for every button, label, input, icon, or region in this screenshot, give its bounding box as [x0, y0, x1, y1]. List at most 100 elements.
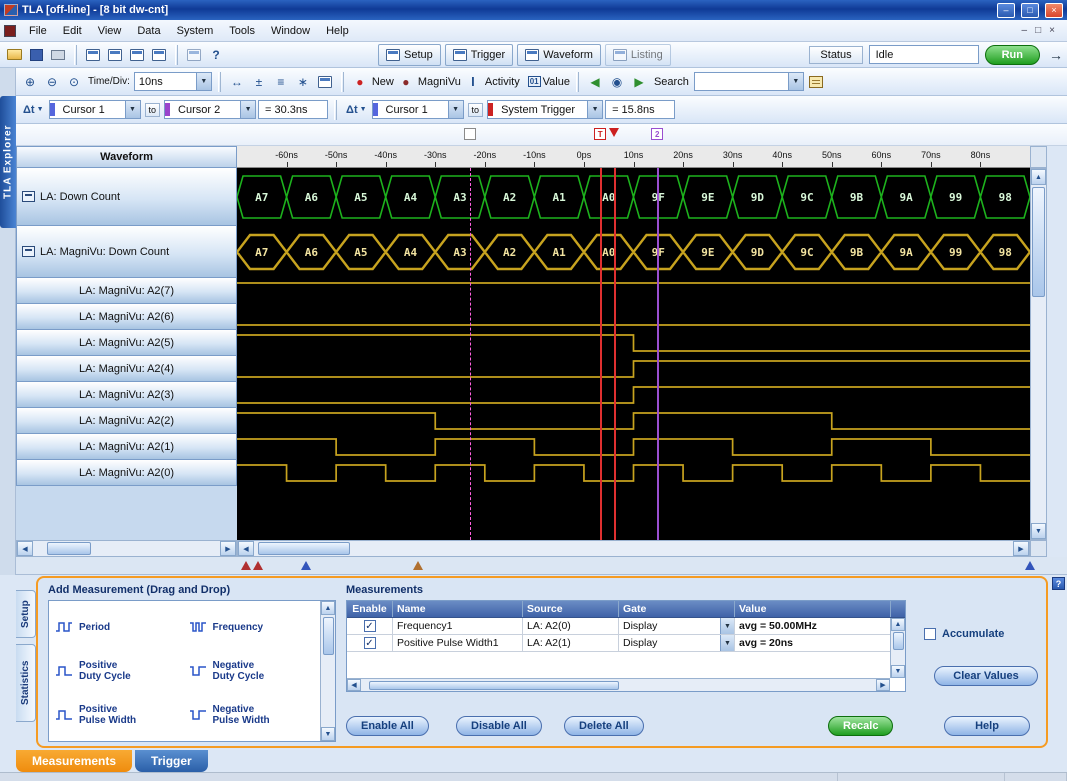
magnivu-button[interactable]: MagniVu	[418, 76, 461, 88]
menu-item-file[interactable]: File	[21, 23, 55, 39]
scroll-up-icon[interactable]: ▲	[1031, 169, 1046, 185]
wave-label-la-magnivu-a2-3[interactable]: LA: MagniVu: A2(3)	[16, 382, 237, 408]
wave-label-la-down-count[interactable]: LA: Down Count	[16, 168, 237, 226]
view-button-listing[interactable]: Listing	[605, 44, 671, 66]
cursor-flag[interactable]	[1025, 561, 1035, 570]
zoom-out-icon[interactable]: ⊖	[42, 72, 62, 92]
vertical-scroll-thumb[interactable]	[1032, 187, 1045, 297]
properties-icon[interactable]	[315, 72, 335, 92]
scroll-down-icon[interactable]: ▼	[1031, 523, 1046, 539]
search-previous-icon[interactable]: ◀	[585, 72, 605, 92]
enable-checkbox[interactable]: ✓	[364, 637, 376, 649]
zoom-fit-icon[interactable]: ⊙	[64, 72, 84, 92]
run-button[interactable]: Run	[985, 45, 1040, 65]
palette-item-negative-duty-cycle[interactable]: NegativeDuty Cycle	[185, 649, 319, 693]
wave-label-la-magnivu-a2-7[interactable]: LA: MagniVu: A2(7)	[16, 278, 237, 304]
notebook-icon[interactable]	[806, 72, 826, 92]
waveform-column-header[interactable]: Waveform	[16, 146, 237, 168]
scroll-right-icon[interactable]: ▶	[220, 541, 236, 556]
waveform-canvas[interactable]: A7A6A5A4A3A2A1A09F9E9D9C9B9A9998A7A6A5A4…	[237, 168, 1030, 540]
search-combo[interactable]: ▼	[694, 72, 804, 91]
minimize-button[interactable]: –	[997, 3, 1015, 18]
label-scroll-thumb[interactable]	[47, 542, 91, 555]
palette-scrollbar[interactable]: ▲ ▼	[320, 601, 335, 741]
palette-item-negative-pulse-width[interactable]: NegativePulse Width	[185, 693, 319, 737]
scroll-right-icon[interactable]: ▶	[1013, 541, 1029, 556]
cursor-flag[interactable]	[413, 561, 423, 570]
table-horizontal-scrollbar[interactable]: ◀ ▶	[347, 678, 890, 691]
select-icon[interactable]: ±	[249, 72, 269, 92]
value-button[interactable]: Value	[543, 76, 570, 88]
zoom-in-icon[interactable]: ⊕	[20, 72, 40, 92]
search-next-icon[interactable]: ▶	[629, 72, 649, 92]
help-button[interactable]: Help	[944, 716, 1030, 736]
chevron-down-icon[interactable]: ▼	[587, 101, 602, 118]
cursor-1-handle[interactable]	[464, 128, 476, 140]
timediv-combo[interactable]: 10ns ▼	[134, 72, 212, 91]
scroll-left-icon[interactable]: ◀	[238, 541, 254, 556]
tab-measurements[interactable]: Measurements	[16, 750, 132, 772]
open-file-icon[interactable]	[4, 45, 24, 65]
compare-icon[interactable]: ≡	[271, 72, 291, 92]
menu-item-edit[interactable]: Edit	[55, 23, 90, 39]
tla-explorer-tab[interactable]: TLA Explorer	[0, 96, 16, 228]
system-trigger-combo[interactable]: System Trigger ▼	[487, 100, 603, 119]
wave-label-la-magnivu-down-count[interactable]: LA: MagniVu: Down Count	[16, 226, 237, 278]
panel-help-icon[interactable]: ?	[1052, 577, 1065, 590]
accumulate-checkbox[interactable]	[924, 628, 936, 640]
label-horizontal-scrollbar[interactable]: ◀ ▶	[16, 540, 237, 557]
palette-item-positive-duty-cycle[interactable]: PositiveDuty Cycle	[51, 649, 185, 693]
chevron-down-icon[interactable]: ▼	[240, 101, 255, 118]
system-trigger-handle[interactable]: T	[594, 128, 606, 140]
scroll-down-icon[interactable]: ▼	[321, 727, 335, 741]
delta-time-icon[interactable]: Δt▼	[343, 104, 370, 116]
palette-item-positive-pulse-width[interactable]: PositivePulse Width	[51, 693, 185, 737]
palette-item-period[interactable]: Period	[51, 605, 185, 649]
chevron-down-icon[interactable]: ▼	[448, 101, 463, 118]
cursor-2-handle[interactable]: 2	[651, 128, 663, 140]
menu-item-view[interactable]: View	[90, 23, 130, 39]
source-window-icon[interactable]	[184, 45, 204, 65]
disable-all-button[interactable]: Disable All	[456, 716, 542, 736]
menu-item-window[interactable]: Window	[263, 23, 318, 39]
maximize-button[interactable]: □	[1021, 3, 1039, 18]
mdi-close-button[interactable]: ×	[1049, 25, 1055, 36]
view-button-trigger[interactable]: Trigger	[445, 44, 513, 66]
search-icon[interactable]: ◉	[607, 72, 627, 92]
scroll-left-icon[interactable]: ◀	[347, 679, 361, 691]
save-icon[interactable]	[26, 45, 46, 65]
palette-scroll-thumb[interactable]	[323, 617, 334, 655]
gate-dropdown-button[interactable]: ▼	[720, 618, 734, 634]
waveform-window-icon[interactable]	[127, 45, 147, 65]
setup-window-icon[interactable]	[83, 45, 103, 65]
wave-label-la-magnivu-a2-0[interactable]: LA: MagniVu: A2(0)	[16, 460, 237, 486]
wave-label-la-magnivu-a2-2[interactable]: LA: MagniVu: A2(2)	[16, 408, 237, 434]
enable-checkbox[interactable]: ✓	[364, 620, 376, 632]
histogram-window-icon[interactable]	[149, 45, 169, 65]
mdi-restore-button[interactable]: □	[1035, 25, 1041, 36]
wave-label-la-magnivu-a2-5[interactable]: LA: MagniVu: A2(5)	[16, 330, 237, 356]
menu-item-system[interactable]: System	[169, 23, 222, 39]
cursor2-combo[interactable]: Cursor 2 ▼	[164, 100, 256, 119]
table-scroll-thumb[interactable]	[893, 632, 904, 650]
waveform-scroll-thumb[interactable]	[258, 542, 350, 555]
view-button-setup[interactable]: Setup	[378, 44, 441, 66]
recalc-button[interactable]: Recalc	[828, 716, 893, 736]
cursor-flag[interactable]	[253, 561, 263, 570]
chevron-down-icon[interactable]: ▼	[196, 73, 211, 90]
side-tab-statistics[interactable]: Statistics	[16, 644, 36, 722]
wave-label-la-magnivu-a2-6[interactable]: LA: MagniVu: A2(6)	[16, 304, 237, 330]
chevron-down-icon[interactable]: ▼	[788, 73, 803, 90]
waveform-vertical-scrollbar[interactable]: ▲ ▼	[1030, 168, 1047, 540]
table-vertical-scrollbar[interactable]: ▲ ▼	[890, 618, 905, 678]
side-tab-setup[interactable]: Setup	[16, 590, 36, 638]
listing-window-icon[interactable]	[105, 45, 125, 65]
wave-label-la-magnivu-a2-1[interactable]: LA: MagniVu: A2(1)	[16, 434, 237, 460]
scroll-up-icon[interactable]: ▲	[891, 618, 905, 631]
view-button-waveform[interactable]: Waveform	[517, 44, 601, 66]
scroll-up-icon[interactable]: ▲	[321, 601, 335, 615]
activity-button[interactable]: Activity	[485, 76, 520, 88]
waveform-horizontal-scrollbar[interactable]: ◀ ▶	[237, 540, 1030, 557]
menu-item-tools[interactable]: Tools	[221, 23, 263, 39]
print-icon[interactable]	[48, 45, 68, 65]
